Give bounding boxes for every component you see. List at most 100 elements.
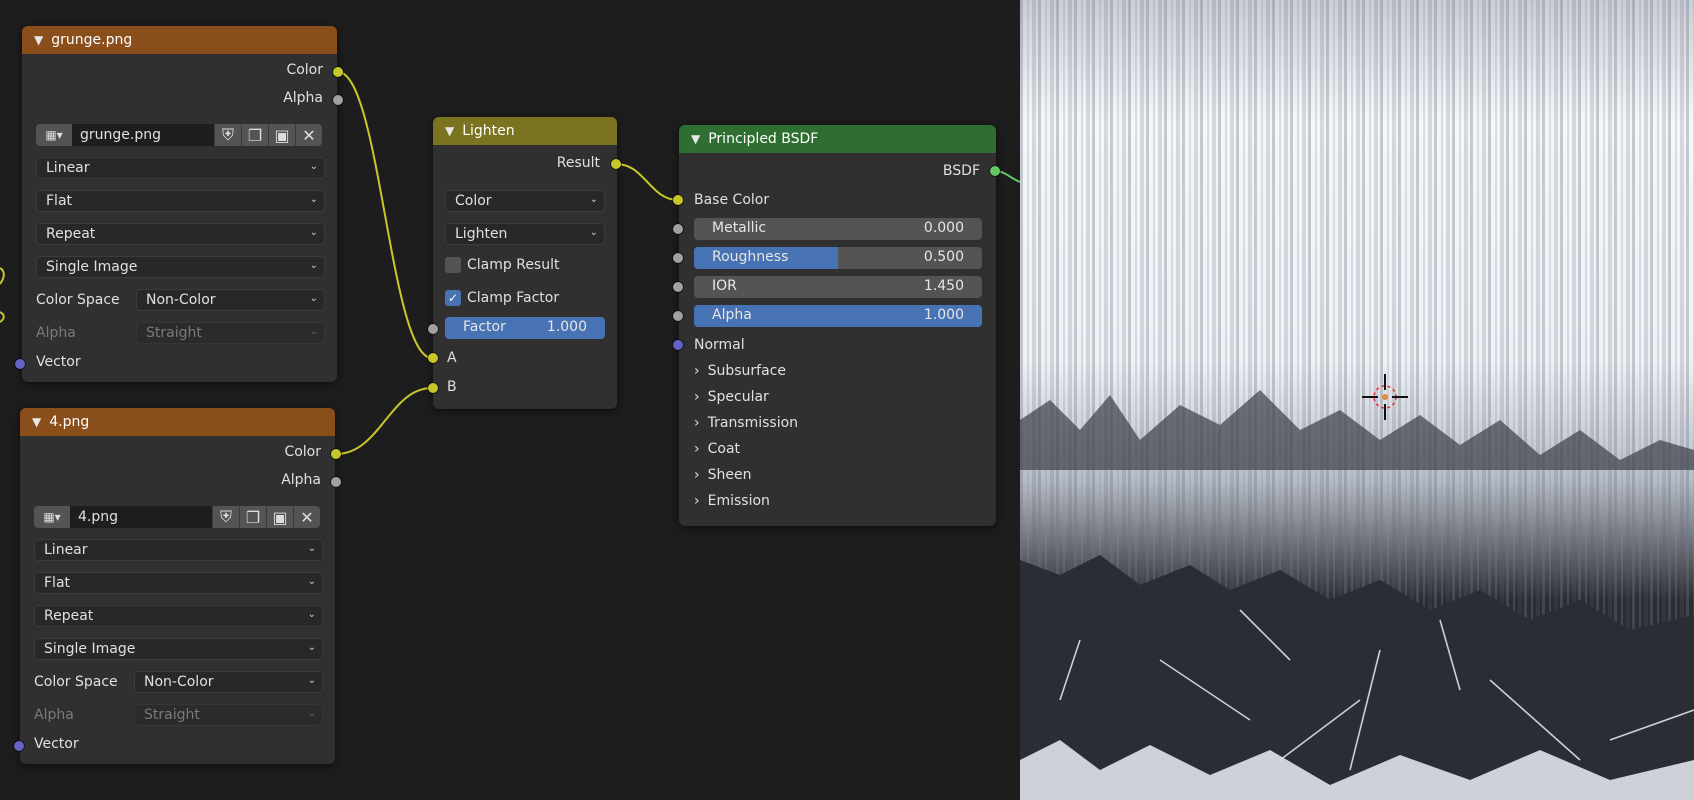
source-dropdown[interactable]: Single Image ⌄ — [34, 638, 323, 660]
node-title: Principled BSDF — [708, 131, 819, 147]
socket-4-color[interactable] — [331, 449, 341, 459]
input-vector: Vector — [36, 354, 81, 370]
extension-dropdown[interactable]: Repeat ⌄ — [36, 223, 325, 245]
checkbox-unchecked[interactable] — [445, 257, 461, 273]
image-selector[interactable]: ▦▾ 4.png ⛨ ❐ ▣ ✕ — [34, 505, 320, 529]
folder-icon[interactable]: ▣ — [268, 124, 295, 146]
projection-dropdown[interactable]: Flat ⌄ — [34, 572, 323, 594]
shield-icon[interactable]: ⛨ — [214, 124, 241, 146]
principled-bsdf-node[interactable]: ▼ Principled BSDF BSDF Base Color Metall… — [679, 125, 996, 526]
duplicate-icon[interactable]: ❐ — [241, 124, 268, 146]
projection-dropdown[interactable]: Flat ⌄ — [36, 190, 325, 212]
alpha-field[interactable]: Alpha 1.000 — [694, 305, 982, 327]
chevron-down-icon[interactable]: ▼ — [691, 132, 700, 146]
chevron-down-icon: ⌄ — [309, 326, 318, 337]
chevron-down-icon: ⌄ — [589, 194, 598, 205]
factor-field[interactable]: Factor 1.000 — [445, 317, 605, 339]
socket-ior[interactable] — [673, 282, 683, 292]
image-icon[interactable]: ▦▾ — [34, 506, 70, 528]
node-header[interactable]: ▼ 4.png — [20, 408, 335, 436]
interpolation-dropdown[interactable]: Linear ⌄ — [34, 539, 323, 561]
checkmark-icon[interactable]: ✓ — [445, 290, 461, 306]
socket-grunge-alpha[interactable] — [333, 95, 343, 105]
chevron-down-icon: ⌄ — [309, 293, 318, 304]
data-type-dropdown[interactable]: Color ⌄ — [445, 190, 605, 212]
chevron-down-icon: ⌄ — [307, 609, 316, 620]
chevron-down-icon: ⌄ — [307, 543, 316, 554]
image-name-field[interactable]: 4.png — [70, 506, 212, 528]
panel-emission[interactable]: › Emission — [694, 493, 770, 509]
output-alpha: Alpha — [281, 472, 321, 488]
node-header[interactable]: ▼ grunge.png — [22, 26, 337, 54]
interpolation-dropdown[interactable]: Linear ⌄ — [36, 157, 325, 179]
socket-alpha[interactable] — [673, 311, 683, 321]
clamp-result-checkbox[interactable]: Clamp Result — [445, 257, 559, 273]
output-color: Color — [286, 62, 323, 78]
panel-sheen[interactable]: › Sheen — [694, 467, 751, 483]
roughness-field[interactable]: Roughness 0.500 — [694, 247, 982, 269]
socket-base-color[interactable] — [673, 195, 683, 205]
link-offscreen-1 — [0, 267, 5, 285]
input-normal: Normal — [694, 337, 745, 353]
output-alpha: Alpha — [283, 90, 323, 106]
input-base-color: Base Color — [694, 192, 770, 208]
socket-4-vector[interactable] — [14, 741, 24, 751]
texture-preview — [1020, 0, 1694, 800]
duplicate-icon[interactable]: ❐ — [239, 506, 266, 528]
chevron-down-icon[interactable]: ▼ — [32, 415, 41, 429]
chevron-right-icon: › — [694, 415, 700, 431]
node-header[interactable]: ▼ Principled BSDF — [679, 125, 996, 153]
chevron-right-icon: › — [694, 441, 700, 457]
image-selector[interactable]: ▦▾ grunge.png ⛨ ❐ ▣ ✕ — [36, 123, 322, 147]
blend-mode-dropdown[interactable]: Lighten ⌄ — [445, 223, 605, 245]
color-space-dropdown[interactable]: Non-Color ⌄ — [134, 671, 323, 693]
crosshair-icon[interactable] — [1360, 372, 1410, 422]
output-color: Color — [284, 444, 321, 460]
socket-lighten-result[interactable] — [611, 159, 621, 169]
node-editor[interactable]: ▼ grunge.png Color Alpha ▦▾ grunge.png ⛨… — [0, 0, 1020, 800]
input-a: A — [447, 350, 457, 366]
image-texture-node-4[interactable]: ▼ 4.png Color Alpha ▦▾ 4.png ⛨ ❐ ▣ ✕ Lin… — [20, 408, 335, 764]
socket-roughness[interactable] — [673, 253, 683, 263]
shield-icon[interactable]: ⛨ — [212, 506, 239, 528]
node-title: grunge.png — [51, 32, 133, 48]
socket-lighten-factor[interactable] — [428, 324, 438, 334]
panel-specular[interactable]: › Specular — [694, 389, 769, 405]
socket-grunge-vector[interactable] — [15, 359, 25, 369]
link-4-color-to-b — [335, 387, 433, 455]
chevron-right-icon: › — [694, 389, 700, 405]
close-icon[interactable]: ✕ — [293, 506, 320, 528]
socket-normal[interactable] — [673, 340, 683, 350]
panel-transmission[interactable]: › Transmission — [694, 415, 798, 431]
metallic-field[interactable]: Metallic 0.000 — [694, 218, 982, 240]
panel-subsurface[interactable]: › Subsurface — [694, 363, 786, 379]
chevron-down-icon[interactable]: ▼ — [445, 124, 454, 138]
folder-icon[interactable]: ▣ — [266, 506, 293, 528]
chevron-down-icon: ⌄ — [309, 161, 318, 172]
ior-field[interactable]: IOR 1.450 — [694, 276, 982, 298]
color-space-dropdown[interactable]: Non-Color ⌄ — [136, 289, 325, 311]
chevron-down-icon[interactable]: ▼ — [34, 33, 43, 47]
output-bsdf: BSDF — [942, 163, 980, 179]
image-texture-node-grunge[interactable]: ▼ grunge.png Color Alpha ▦▾ grunge.png ⛨… — [22, 26, 337, 382]
panel-coat[interactable]: › Coat — [694, 441, 740, 457]
link-grunge-color-to-a — [337, 71, 433, 359]
close-icon[interactable]: ✕ — [295, 124, 322, 146]
socket-bsdf-output[interactable] — [990, 166, 1000, 176]
socket-metallic[interactable] — [673, 224, 683, 234]
node-header[interactable]: ▼ Lighten — [433, 117, 617, 145]
extension-dropdown[interactable]: Repeat ⌄ — [34, 605, 323, 627]
alpha-mode-dropdown: Straight ⌄ — [134, 704, 323, 726]
image-name-field[interactable]: grunge.png — [72, 124, 214, 146]
socket-lighten-b[interactable] — [428, 383, 438, 393]
chevron-down-icon: ⌄ — [307, 675, 316, 686]
socket-4-alpha[interactable] — [331, 477, 341, 487]
clamp-factor-checkbox[interactable]: ✓ Clamp Factor — [445, 290, 559, 306]
mix-node-lighten[interactable]: ▼ Lighten Result Color ⌄ Lighten ⌄ Clamp R… — [433, 117, 617, 409]
node-title: 4.png — [49, 414, 90, 430]
source-dropdown[interactable]: Single Image ⌄ — [36, 256, 325, 278]
image-icon[interactable]: ▦▾ — [36, 124, 72, 146]
socket-grunge-color[interactable] — [333, 67, 343, 77]
socket-lighten-a[interactable] — [428, 353, 438, 363]
viewport-3d[interactable] — [1020, 0, 1694, 800]
